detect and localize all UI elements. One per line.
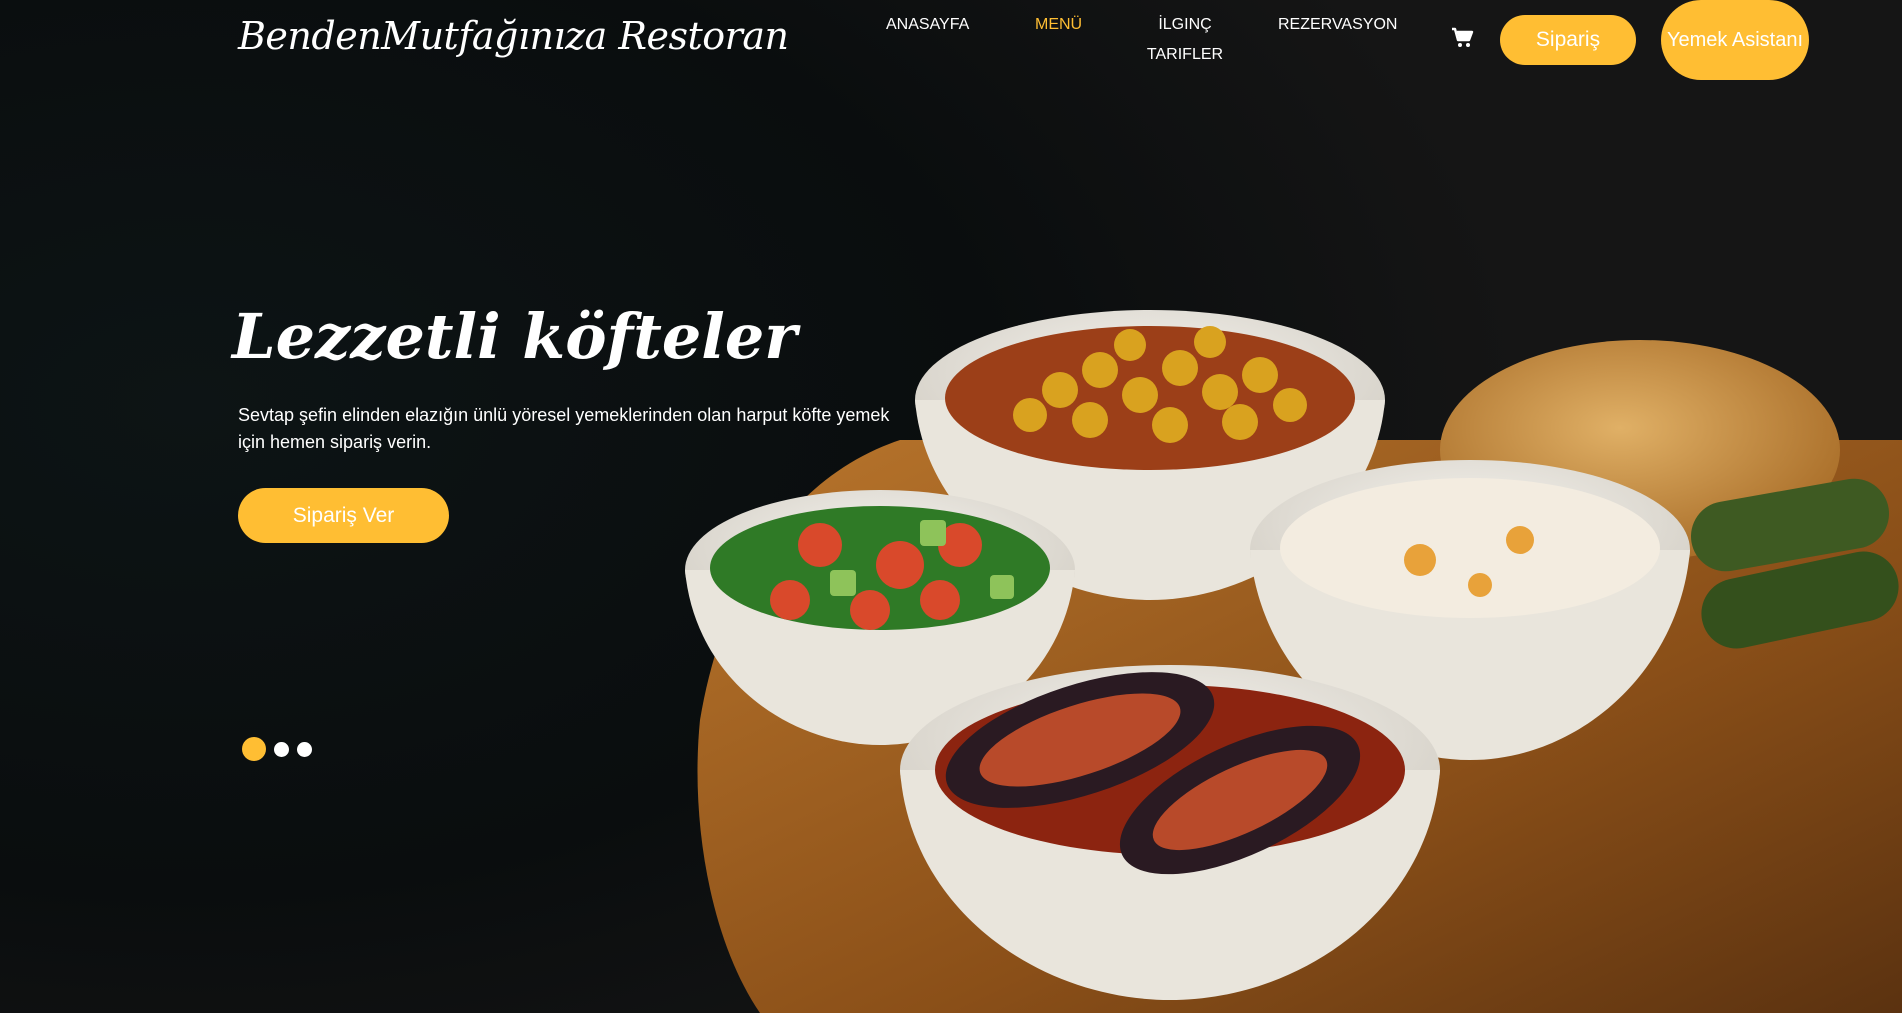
nav-item-menu[interactable]: MENÜ bbox=[1035, 10, 1082, 40]
hero-description: Sevtap şefin elinden elazığın ünlü yöres… bbox=[238, 405, 890, 452]
nav-item-ilginc-tarifler[interactable]: İLGINÇ TARIFLER bbox=[1130, 10, 1240, 70]
carousel-indicators bbox=[242, 737, 312, 761]
carousel-dot-1[interactable] bbox=[242, 737, 266, 761]
carousel-dot-2[interactable] bbox=[274, 741, 289, 757]
hero-title: Lezzetli köfteler bbox=[232, 300, 797, 373]
carousel-dot-3[interactable] bbox=[297, 741, 312, 757]
shopping-cart-icon[interactable] bbox=[1450, 26, 1474, 50]
nav-item-rezervasyon[interactable]: REZERVASYON bbox=[1278, 10, 1397, 40]
nav-item-anasayfa[interactable]: ANASAYFA bbox=[886, 10, 969, 40]
order-now-button[interactable]: Sipariş Ver bbox=[238, 488, 449, 543]
brand-logo[interactable]: BendenMutfağınıza Restoran bbox=[238, 14, 789, 58]
order-button[interactable]: Sipariş bbox=[1500, 15, 1636, 65]
food-assistant-button[interactable]: Yemek Asistanı bbox=[1661, 0, 1809, 80]
